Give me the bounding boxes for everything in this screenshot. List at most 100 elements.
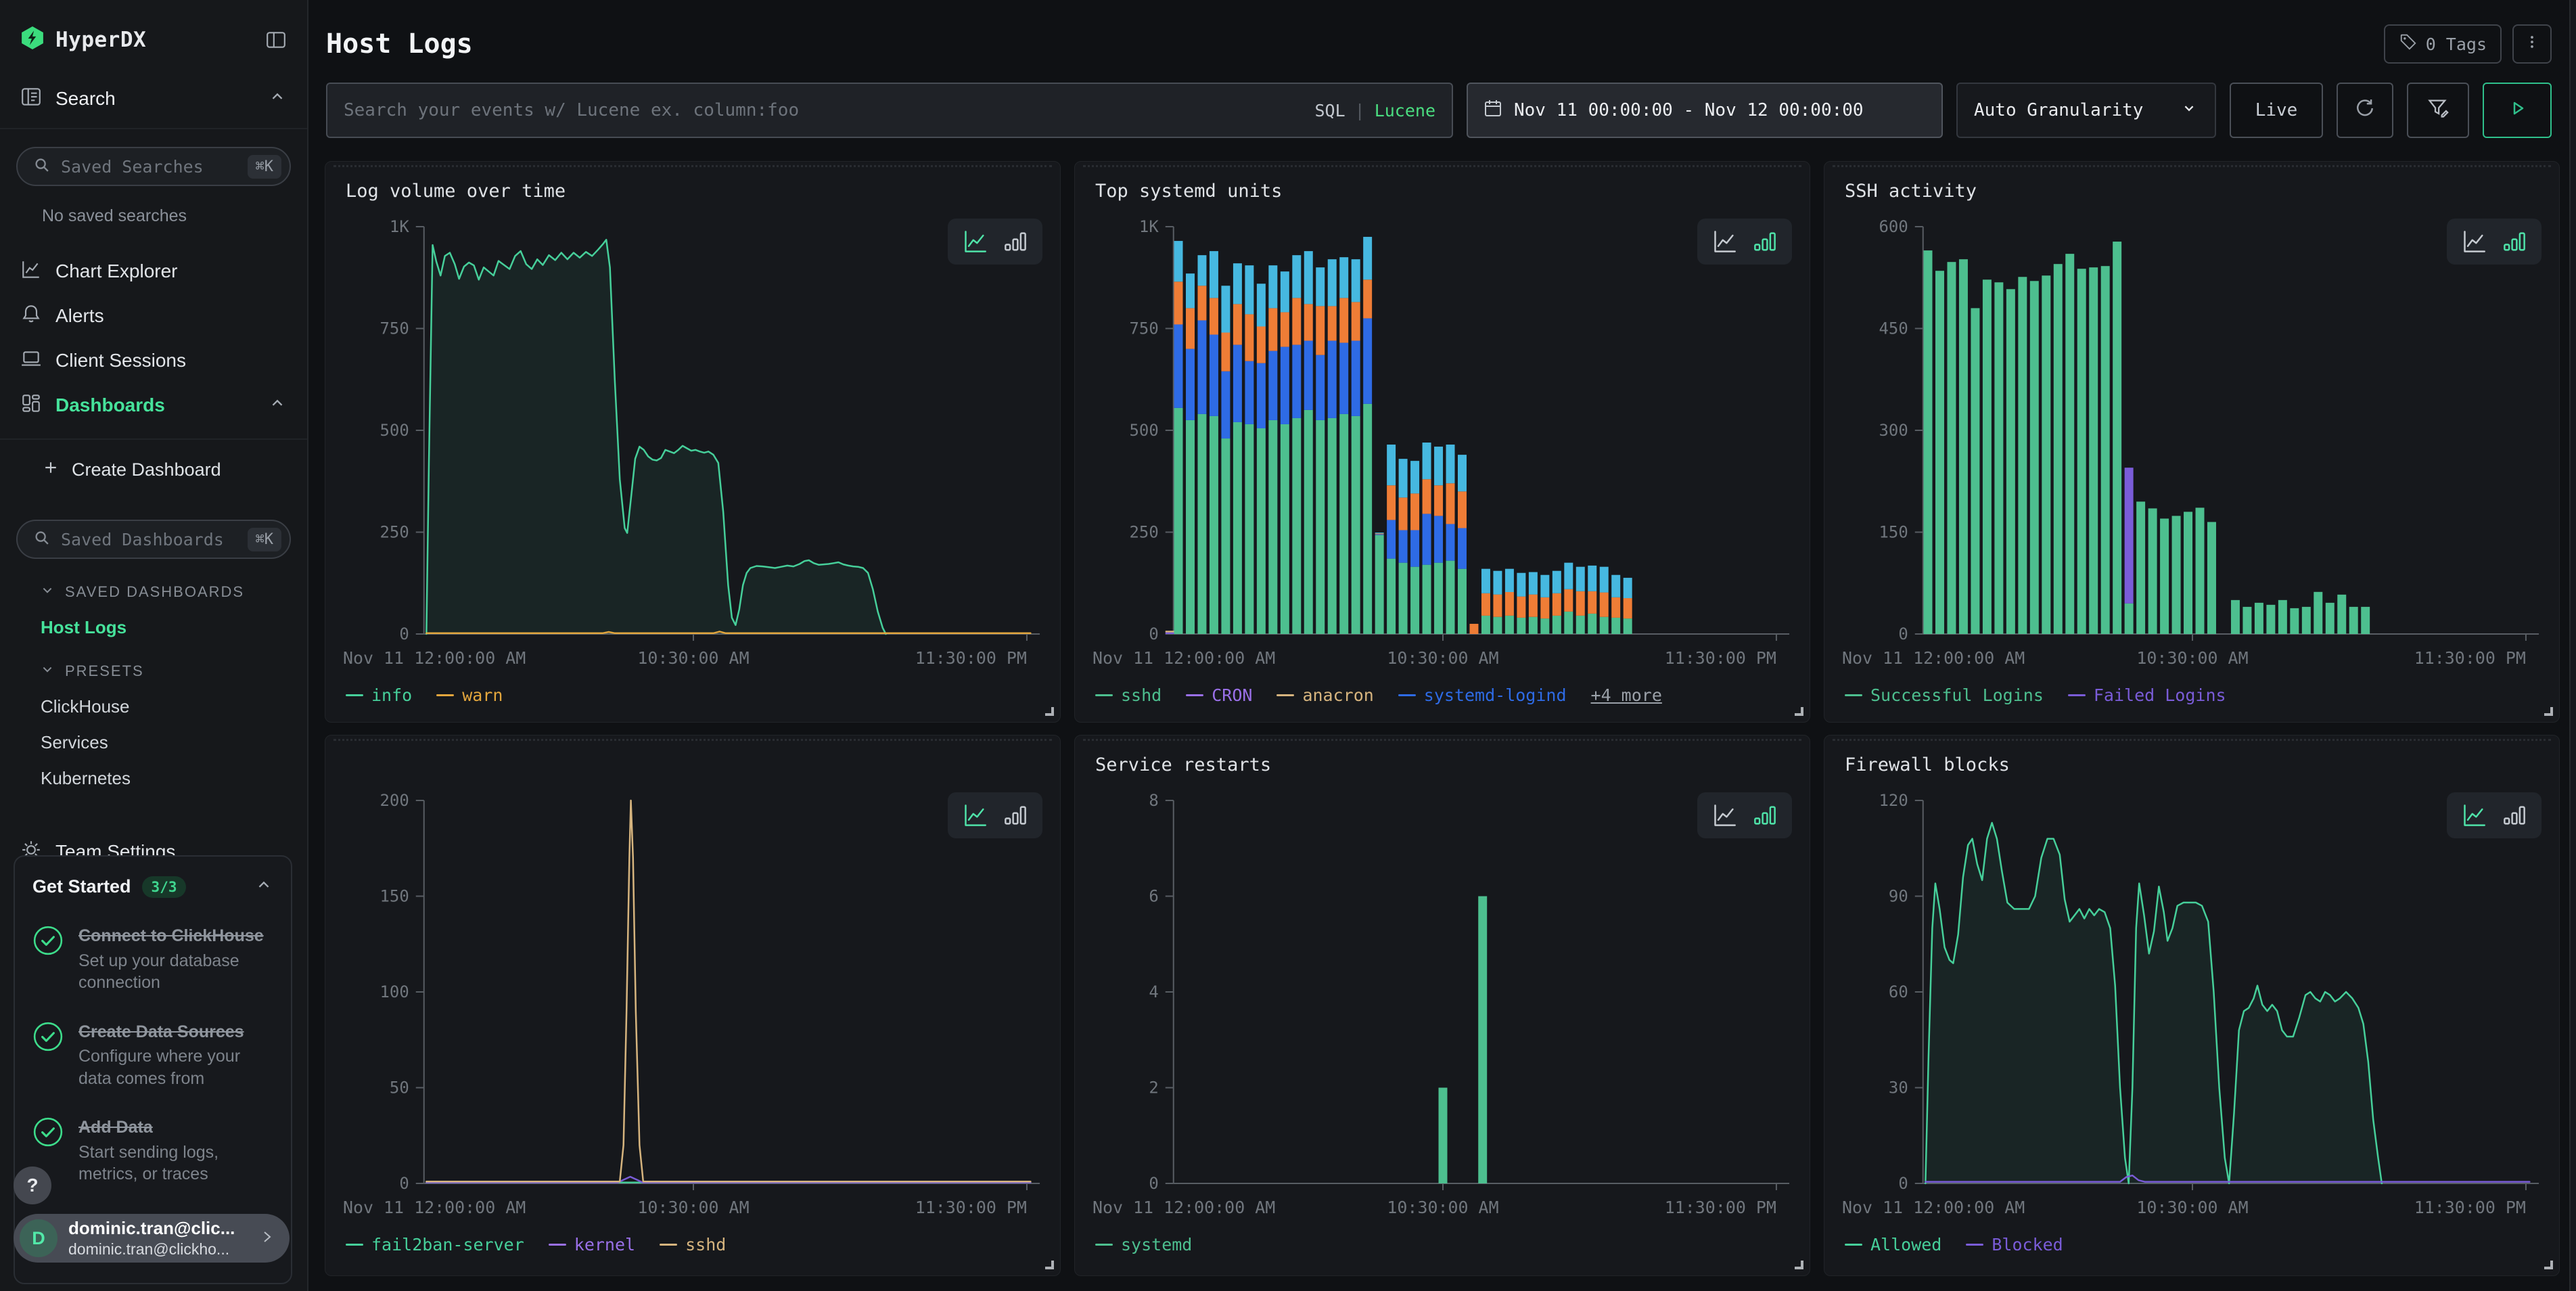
resize-handle[interactable] xyxy=(2544,707,2553,716)
get-started-step-add-data[interactable]: Add Data Start sending logs, metrics, or… xyxy=(32,1116,273,1185)
get-started-step-connect[interactable]: Connect to ClickHouse Set up your databa… xyxy=(32,925,273,994)
sidebar-item-services[interactable]: Services xyxy=(41,732,307,753)
hyperdx-logo-icon xyxy=(20,26,45,53)
legend-swatch xyxy=(436,694,454,696)
legend-item[interactable]: Failed Logins xyxy=(2068,685,2226,705)
legend-item[interactable]: info xyxy=(346,685,412,705)
chart-legend: systemd xyxy=(1095,1235,1810,1254)
resize-handle[interactable] xyxy=(1795,707,1803,716)
refresh-button[interactable] xyxy=(2337,83,2393,138)
legend-item[interactable]: CRON xyxy=(1186,685,1252,705)
bar-chart-toggle-icon[interactable] xyxy=(1003,803,1028,828)
chevron-up-icon xyxy=(268,87,287,111)
legend-item[interactable]: Successful Logins xyxy=(1845,685,2044,705)
get-started-step-sources[interactable]: Create Data Sources Configure where your… xyxy=(32,1021,273,1090)
legend-item[interactable]: Allowed xyxy=(1845,1235,1941,1254)
user-name: dominic.tran@clic... xyxy=(68,1218,246,1239)
run-query-button[interactable] xyxy=(2483,83,2552,138)
chevron-up-icon[interactable] xyxy=(254,876,273,898)
granularity-value: Auto Granularity xyxy=(1974,100,2143,120)
line-chart-toggle-icon[interactable] xyxy=(1712,229,1736,254)
line-chart-toggle-icon[interactable] xyxy=(963,803,987,828)
chart-type-toggle xyxy=(1697,219,1792,265)
granularity-select[interactable]: Auto Granularity xyxy=(1956,83,2216,138)
sidebar-item-dashboards[interactable]: Dashboards xyxy=(0,383,307,428)
live-button[interactable]: Live xyxy=(2230,83,2323,138)
sidebar-collapse-icon[interactable] xyxy=(265,29,287,51)
create-dashboard-button[interactable]: Create Dashboard xyxy=(0,449,307,490)
svg-text:0: 0 xyxy=(1149,625,1158,643)
saved-dashboards-input[interactable]: ⌘K xyxy=(16,520,291,559)
bar-chart-toggle-icon[interactable] xyxy=(1753,229,1777,254)
resize-handle[interactable] xyxy=(2544,1261,2553,1269)
saved-dashboards-field[interactable] xyxy=(61,530,238,549)
saved-searches-input[interactable]: ⌘K xyxy=(16,147,291,186)
resize-handle[interactable] xyxy=(1795,1261,1803,1269)
legend-swatch xyxy=(1845,694,1862,696)
svg-text:10:30:00 AM: 10:30:00 AM xyxy=(637,648,749,668)
presets-section-header[interactable]: PRESETS xyxy=(39,661,307,681)
tags-button[interactable]: 0 Tags xyxy=(2384,24,2502,64)
sidebar-item-client-sessions[interactable]: Client Sessions xyxy=(0,338,307,383)
more-menu-button[interactable] xyxy=(2512,24,2552,64)
filter-button[interactable] xyxy=(2407,83,2469,138)
tags-label: 0 Tags xyxy=(2426,35,2487,54)
user-menu[interactable]: D dominic.tran@clic... dominic.tran@clic… xyxy=(14,1214,290,1263)
saved-searches-field[interactable] xyxy=(61,157,238,177)
sidebar-item-label: Dashboards xyxy=(55,394,165,416)
chart-title xyxy=(346,754,1060,779)
kebab-menu-icon xyxy=(2523,33,2541,55)
date-range-picker[interactable]: Nov 11 00:00:00 - Nov 12 00:00:00 xyxy=(1467,83,1943,138)
shortcut-badge: ⌘K xyxy=(248,155,282,179)
resize-handle[interactable] xyxy=(1045,1261,1054,1269)
legend-item[interactable]: warn xyxy=(436,685,503,705)
legend-item[interactable]: fail2ban-server xyxy=(346,1235,524,1254)
legend-more-link[interactable]: +4 more xyxy=(1591,685,1662,705)
svg-text:250: 250 xyxy=(1130,522,1159,541)
bar-chart-toggle-icon[interactable] xyxy=(1753,803,1777,828)
bar-chart-toggle-icon[interactable] xyxy=(2502,803,2527,828)
legend-item[interactable]: kernel xyxy=(549,1235,635,1254)
resize-handle[interactable] xyxy=(1045,707,1054,716)
event-search-input[interactable] xyxy=(344,100,1302,120)
sidebar-item-chart-explorer[interactable]: Chart Explorer xyxy=(0,249,307,294)
svg-text:11:30:00 PM: 11:30:00 PM xyxy=(1665,648,1776,668)
legend-item[interactable]: systemd xyxy=(1095,1235,1192,1254)
sidebar-item-label: Client Sessions xyxy=(55,350,186,371)
legend-item[interactable]: Blocked xyxy=(1966,1235,2063,1254)
bar-chart-toggle-icon[interactable] xyxy=(2502,229,2527,254)
sidebar-item-search[interactable]: Search xyxy=(0,81,307,117)
line-chart-toggle-icon[interactable] xyxy=(1712,803,1736,828)
legend-item[interactable]: systemd-logind xyxy=(1398,685,1567,705)
sidebar-item-alerts[interactable]: Alerts xyxy=(0,294,307,338)
legend-item[interactable]: anacron xyxy=(1276,685,1373,705)
legend-swatch xyxy=(1095,694,1113,696)
legend-item[interactable]: sshd xyxy=(1095,685,1162,705)
sidebar-item-kubernetes[interactable]: Kubernetes xyxy=(41,768,307,789)
chart-title: Top systemd units xyxy=(1095,181,1810,205)
legend-swatch xyxy=(1398,694,1416,696)
sidebar-item-clickhouse[interactable]: ClickHouse xyxy=(41,696,307,717)
legend-label: sshd xyxy=(1121,685,1162,705)
sidebar-item-label: Search xyxy=(55,88,116,110)
svg-text:750: 750 xyxy=(380,319,409,338)
chart-card-untitled: 050100150200Nov 11 12:00:00 AM10:30:00 A… xyxy=(325,735,1061,1276)
lucene-mode-toggle[interactable]: Lucene xyxy=(1375,101,1435,120)
svg-text:300: 300 xyxy=(1879,421,1908,440)
sidebar-item-host-logs[interactable]: Host Logs xyxy=(41,617,307,638)
legend-item[interactable]: sshd xyxy=(660,1235,726,1254)
saved-dashboards-section-header[interactable]: SAVED DASHBOARDS xyxy=(39,582,307,602)
query-toolbar: SQL | Lucene Nov 11 00:00:00 - Nov 12 00… xyxy=(326,83,2552,138)
help-button[interactable]: ? xyxy=(14,1167,51,1204)
legend-swatch xyxy=(2068,694,2086,696)
chart-type-toggle xyxy=(948,792,1042,838)
sql-mode-toggle[interactable]: SQL xyxy=(1314,101,1345,120)
event-search-box[interactable]: SQL | Lucene xyxy=(326,83,1453,138)
bar-chart-toggle-icon[interactable] xyxy=(1003,229,1028,254)
line-chart-toggle-icon[interactable] xyxy=(2462,229,2486,254)
scrollbar[interactable] xyxy=(2569,0,2576,1291)
line-chart-toggle-icon[interactable] xyxy=(963,229,987,254)
line-chart-toggle-icon[interactable] xyxy=(2462,803,2486,828)
legend-label: Blocked xyxy=(1992,1235,2063,1254)
chart-plot: 050100150200Nov 11 12:00:00 AM10:30:00 A… xyxy=(325,783,1060,1232)
